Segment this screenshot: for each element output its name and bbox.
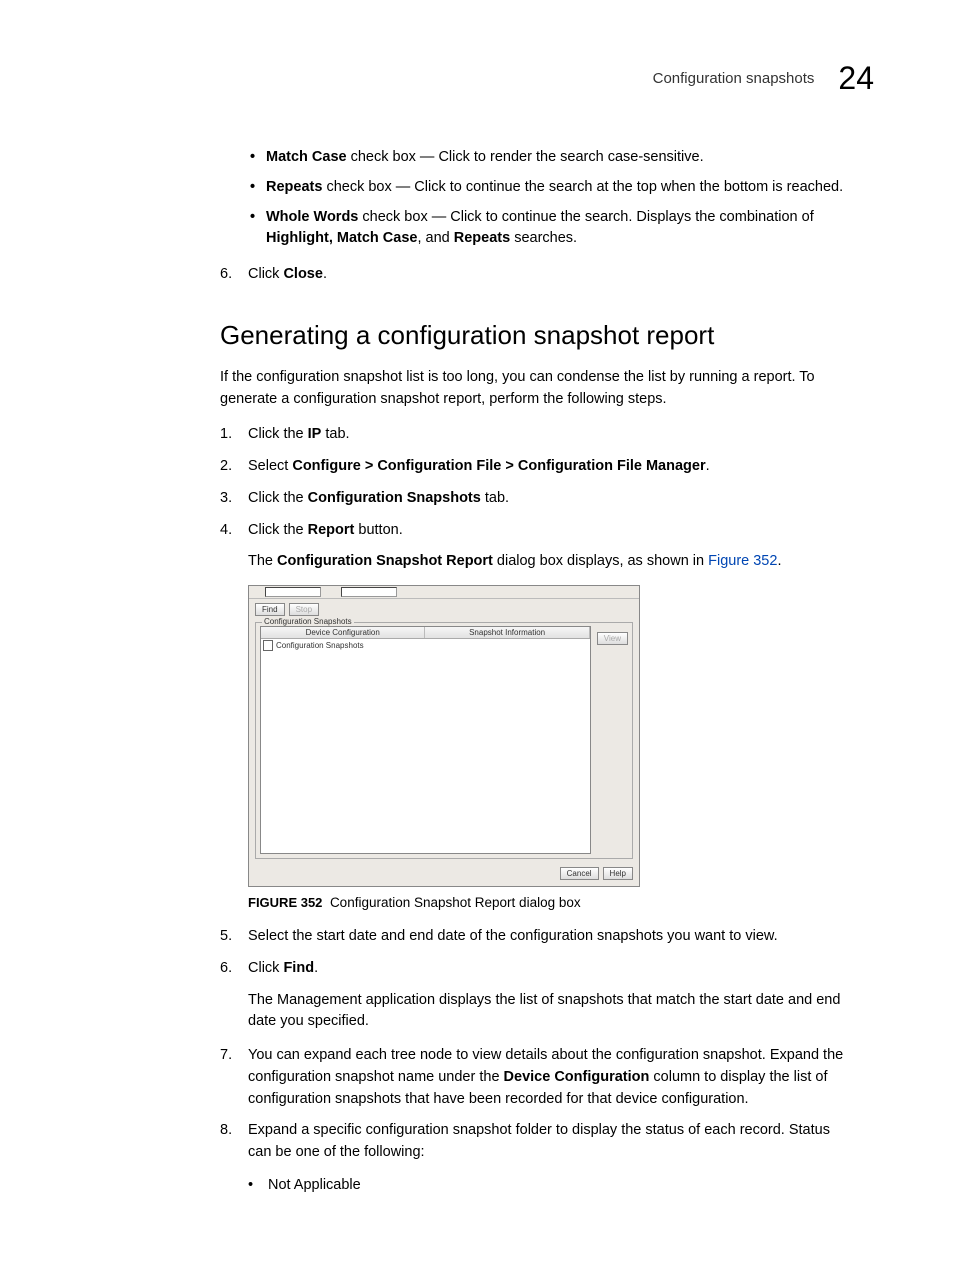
bullet-not-applicable: Not Applicable [248,1174,854,1197]
step-6-prev: 6. Click Close. [220,264,854,286]
document-icon [263,640,273,651]
text: Select [248,458,292,474]
step-num: 4. [220,520,248,542]
config-snapshot-report-dialog: Find Stop Configuration Snapshots Device… [248,585,640,887]
intro-paragraph: If the configuration snapshot list is to… [220,367,854,411]
table-header: Device Configuration Snapshot Informatio… [261,627,590,639]
stop-button[interactable]: Stop [289,603,319,616]
label-match-case: Match Case [266,149,347,165]
text: check box — Click to render the search c… [347,149,704,165]
text-bold: Repeats [454,230,510,246]
continuation-bullet-list: Match Case check box — Click to render t… [220,147,854,250]
col-snapshot-info[interactable]: Snapshot Information [425,627,589,638]
text: tab. [481,490,509,506]
text: dialog box displays, as shown in [493,553,708,569]
text: check box — Click to continue the search… [358,209,813,225]
step-num: 8. [220,1120,248,1142]
start-date-field[interactable] [265,587,321,597]
header-title: Configuration snapshots [653,70,815,87]
section-heading: Generating a configuration snapshot repo… [220,320,854,351]
find-button[interactable]: Find [255,603,285,616]
col-device-config[interactable]: Device Configuration [261,627,425,638]
step-num: 6. [220,958,248,980]
text: Click [248,266,283,282]
step-num: 1. [220,424,248,446]
step-num: 3. [220,488,248,510]
menu-path: Configure > Configuration File > Configu… [292,458,705,474]
step-6-sub: The Management application displays the … [248,990,854,1034]
end-date-field[interactable] [341,587,397,597]
report-button-label: Report [308,522,355,538]
figure-title: Configuration Snapshot Report dialog box [330,895,581,910]
step-2: 2. Select Configure > Configuration File… [220,456,854,478]
groupbox-label: Configuration Snapshots [262,617,354,626]
step-num: 2. [220,456,248,478]
page-header: Configuration snapshots 24 [80,60,874,97]
text: . [323,266,327,282]
step-3: 3. Click the Configuration Snapshots tab… [220,488,854,510]
view-button[interactable]: View [597,632,628,645]
text: Click the [248,426,308,442]
text: . [777,553,781,569]
text: Click the [248,522,308,538]
cancel-button[interactable]: Cancel [560,867,599,880]
step-6: 6. Click Find. [220,958,854,980]
step-num: 6. [220,264,248,286]
snapshots-groupbox: Configuration Snapshots Device Configura… [255,622,633,859]
step-num: 7. [220,1045,248,1067]
figure-352: Find Stop Configuration Snapshots Device… [248,585,854,887]
text: , and [417,230,453,246]
text: Click the [248,490,308,506]
device-config-label: Device Configuration [504,1069,650,1085]
label-whole-words: Whole Words [266,209,358,225]
dialog-date-bar [249,586,639,599]
text: Click [248,960,283,976]
text: Select the start date and end date of th… [248,926,854,948]
close-label: Close [283,266,323,282]
label-repeats: Repeats [266,179,322,195]
text: . [706,458,710,474]
bullet-repeats: Repeats check box — Click to continue th… [250,177,854,199]
ip-tab-label: IP [308,426,322,442]
tab-label: Configuration Snapshots [308,490,481,506]
step-8: 8. Expand a specific configuration snaps… [220,1120,854,1164]
dialog-name: Configuration Snapshot Report [277,553,493,569]
text: tab. [321,426,349,442]
row-label: Configuration Snapshots [276,641,364,650]
figure-label: FIGURE 352 [248,895,322,910]
step-5: 5. Select the start date and end date of… [220,926,854,948]
text: button. [354,522,402,538]
figure-link[interactable]: Figure 352 [708,553,777,569]
text: The [248,553,277,569]
snapshots-table[interactable]: Device Configuration Snapshot Informatio… [260,626,591,854]
text: . [314,960,318,976]
text: searches. [510,230,577,246]
step-4-sub: The Configuration Snapshot Report dialog… [248,551,854,573]
find-label: Find [283,960,314,976]
figure-caption: FIGURE 352 Configuration Snapshot Report… [248,895,854,910]
table-row[interactable]: Configuration Snapshots [261,639,590,652]
step-4: 4. Click the Report button. [220,520,854,542]
step-num: 5. [220,926,248,948]
text: check box — Click to continue the search… [322,179,843,195]
help-button[interactable]: Help [603,867,633,880]
text-bold: Highlight, Match Case [266,230,417,246]
step-1: 1. Click the IP tab. [220,424,854,446]
chapter-number: 24 [838,60,874,97]
status-bullets: Not Applicable [220,1174,854,1197]
bullet-whole-words: Whole Words check box — Click to continu… [250,207,854,251]
dialog-footer: Cancel Help [249,863,639,886]
text: Expand a specific configuration snapshot… [248,1120,854,1164]
step-7: 7. You can expand each tree node to view… [220,1045,854,1110]
bullet-match-case: Match Case check box — Click to render t… [250,147,854,169]
